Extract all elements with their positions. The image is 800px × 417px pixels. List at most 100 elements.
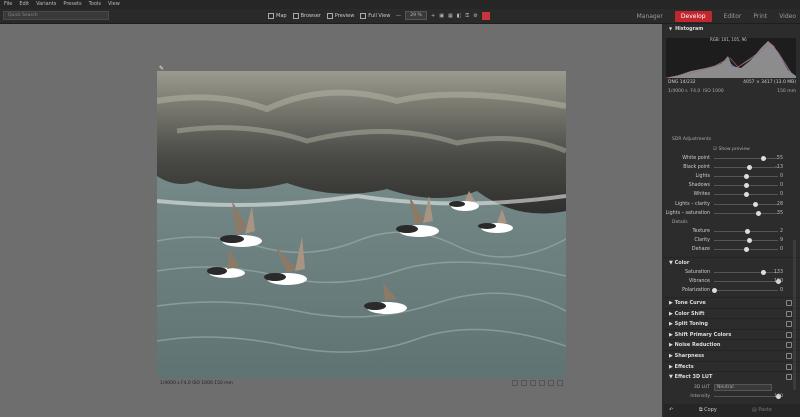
reset-icon[interactable] bbox=[786, 374, 792, 381]
reset-icon[interactable] bbox=[786, 353, 792, 359]
detail-slider-0[interactable]: Texture 2 bbox=[664, 227, 800, 236]
slider-2[interactable]: Lights 0 bbox=[664, 172, 800, 181]
slider-value[interactable]: -13 bbox=[775, 163, 783, 172]
search-input[interactable]: Quick Search bbox=[3, 11, 109, 20]
fit-icon[interactable]: ▣ bbox=[439, 11, 444, 21]
section-0[interactable]: ▶ Tone Curve bbox=[664, 297, 800, 307]
histogram-header[interactable]: ▼ Histogram bbox=[664, 24, 800, 33]
menu-view[interactable]: View bbox=[108, 0, 120, 9]
menu-edit[interactable]: Edit bbox=[19, 0, 29, 9]
section-label: Tone Curve bbox=[674, 300, 706, 306]
slider-value[interactable]: 2 bbox=[780, 227, 783, 236]
settings-icon[interactable]: ⚙ bbox=[473, 11, 477, 21]
undo-icon[interactable]: ↶ bbox=[669, 404, 673, 417]
menu-tools[interactable]: Tools bbox=[89, 0, 101, 9]
slider-value[interactable]: 0 bbox=[780, 181, 783, 190]
slider-handle[interactable] bbox=[761, 270, 767, 275]
photo-preview[interactable] bbox=[157, 71, 566, 378]
thumb-1[interactable] bbox=[512, 380, 518, 386]
slider-handle[interactable] bbox=[744, 247, 749, 253]
slider-handle[interactable] bbox=[761, 156, 767, 161]
color-slider-1[interactable]: Vibrance 100 bbox=[664, 277, 800, 286]
panel-scrollbar[interactable] bbox=[793, 240, 796, 390]
zoom-in-icon[interactable]: + bbox=[431, 11, 435, 21]
slider-value[interactable]: 133 bbox=[774, 268, 783, 277]
reset-icon[interactable] bbox=[786, 300, 792, 306]
section-3[interactable]: ▶ Shift Primary Colors bbox=[664, 328, 800, 339]
reset-icon[interactable] bbox=[786, 331, 792, 338]
show-preview-checkbox[interactable]: ☑ Show preview bbox=[664, 145, 800, 154]
bird-photo bbox=[157, 71, 566, 378]
lut-select[interactable]: 3D LUT Neutral bbox=[664, 383, 800, 392]
tab-develop[interactable]: Develop bbox=[674, 11, 712, 22]
tab-video[interactable]: Video bbox=[779, 11, 796, 22]
section-1[interactable]: ▶ Color Shift bbox=[664, 307, 800, 318]
slider-value[interactable]: 28 bbox=[777, 200, 783, 209]
map-icon bbox=[268, 12, 274, 19]
slider-5[interactable]: Lights – clarity 28 bbox=[664, 200, 800, 209]
slider-value[interactable]: 35 bbox=[777, 209, 783, 218]
slider-handle[interactable] bbox=[712, 288, 717, 294]
section-2[interactable]: ▶ Split Toning bbox=[664, 318, 800, 328]
color-slider-0[interactable]: Saturation 133 bbox=[664, 268, 800, 277]
slider-6[interactable]: Lights – saturation 35 bbox=[664, 209, 800, 218]
zoom-field[interactable]: 29 % bbox=[405, 11, 427, 20]
color-slider-2[interactable]: Polarization 0 bbox=[664, 286, 800, 295]
copy-button[interactable]: ⧉ Copy bbox=[699, 404, 717, 417]
slider-handle[interactable] bbox=[744, 229, 750, 234]
thumb-3[interactable] bbox=[530, 380, 536, 386]
tab-manager[interactable]: Manager bbox=[637, 11, 663, 22]
zoom-out-icon[interactable]: — bbox=[396, 11, 401, 21]
slider-value[interactable]: 0 bbox=[780, 190, 783, 199]
lock-icon[interactable]: ⚿ bbox=[465, 11, 469, 21]
slider-label: White point bbox=[682, 156, 710, 161]
thumb-2[interactable] bbox=[521, 380, 527, 386]
section-color[interactable]: ▼ Color bbox=[664, 257, 800, 267]
compare-icon[interactable]: ◧ bbox=[457, 11, 462, 21]
paste-button[interactable]: ▤ Paste bbox=[752, 404, 772, 417]
reset-icon[interactable] bbox=[786, 342, 792, 349]
menu-variants[interactable]: Variants bbox=[36, 0, 56, 9]
tab-print[interactable]: Print bbox=[753, 11, 767, 22]
slider-value[interactable]: 0 bbox=[780, 286, 783, 295]
slider-1[interactable]: Black point -13 bbox=[664, 163, 800, 172]
slider-0[interactable]: White point 55 bbox=[664, 154, 800, 163]
thumb-4[interactable] bbox=[539, 380, 545, 386]
view-full[interactable]: Full View bbox=[360, 11, 390, 21]
slider-value[interactable]: 9 bbox=[780, 236, 783, 245]
slider-value[interactable]: 0 bbox=[780, 172, 783, 181]
lut-intensity-slider[interactable]: Intensity 100 bbox=[664, 392, 800, 401]
section-label: Effects bbox=[674, 363, 694, 370]
section-5[interactable]: ▶ Sharpness bbox=[664, 350, 800, 360]
view-browser[interactable]: Browser bbox=[292, 11, 321, 21]
reset-icon[interactable] bbox=[786, 321, 792, 328]
slider-value[interactable]: 55 bbox=[777, 154, 783, 163]
slider-handle[interactable] bbox=[744, 192, 749, 198]
color-flag-icon[interactable] bbox=[481, 12, 490, 20]
menu-file[interactable]: File bbox=[4, 0, 12, 9]
view-preview[interactable]: Preview bbox=[326, 11, 354, 21]
slider-handle[interactable] bbox=[755, 210, 761, 216]
thumb-6[interactable] bbox=[557, 380, 563, 386]
slider-handle[interactable] bbox=[747, 238, 753, 244]
detail-slider-2[interactable]: Dehaze 0 bbox=[664, 245, 800, 254]
section-6[interactable]: ▶ Effects bbox=[664, 360, 800, 371]
grid-icon[interactable]: ▦ bbox=[448, 11, 453, 21]
slider-handle[interactable] bbox=[752, 201, 758, 207]
reset-icon[interactable] bbox=[786, 310, 792, 317]
menu-presets[interactable]: Presets bbox=[63, 0, 81, 9]
view-map[interactable]: Map bbox=[268, 11, 287, 21]
section-4[interactable]: ▶ Noise Reduction bbox=[664, 339, 800, 349]
slider-handle[interactable] bbox=[747, 165, 753, 171]
slider-4[interactable]: Whites 0 bbox=[664, 190, 800, 199]
slider-value[interactable]: 0 bbox=[780, 245, 783, 254]
section-7[interactable]: ▼ Effect 3D LUT bbox=[664, 371, 800, 381]
slider-value[interactable]: 100 bbox=[774, 277, 783, 286]
slider-handle[interactable] bbox=[744, 174, 749, 180]
tab-editor[interactable]: Editor bbox=[724, 11, 742, 22]
slider-handle[interactable] bbox=[744, 183, 749, 189]
detail-slider-1[interactable]: Clarity 9 bbox=[664, 236, 800, 245]
slider-3[interactable]: Shadows 0 bbox=[664, 181, 800, 190]
thumb-5[interactable] bbox=[548, 380, 554, 386]
reset-icon[interactable] bbox=[786, 363, 792, 370]
